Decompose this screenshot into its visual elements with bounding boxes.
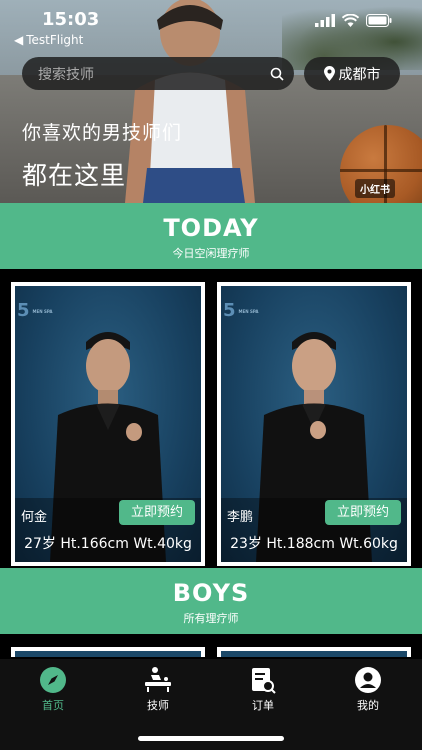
compass-icon [40,667,66,693]
section-subtitle: 所有理疗师 [183,612,239,625]
therapist-photo: 5 MEN SPA 何金 立即预约 27岁 Ht.166cm Wt.40kg [15,286,201,562]
wifi-icon [342,14,359,27]
therapist-stats: 23岁 Ht.188cm Wt.60kg [230,536,398,552]
tab-label: 订单 [252,699,274,712]
today-therapist-list: 5 MEN SPA 何金 立即预约 27岁 Ht.166cm Wt.40kg 5M… [0,269,422,568]
therapist-card[interactable]: 5 MEN SPA 何金 立即预约 27岁 Ht.166cm Wt.40kg [11,282,205,566]
massage-icon [145,667,171,692]
section-boys-header: BOYS 所有理疗师 [0,568,422,634]
book-now-button[interactable]: 立即预约 [119,500,195,525]
tab-label: 技师 [147,699,169,712]
hero-headline: 都在这里 [22,161,127,190]
location-pin-icon [323,66,335,81]
therapist-card[interactable]: 5 MEN SPA 李鹏 立即预约 23岁 Ht.188cm Wt.60kg [217,282,411,566]
brand-logo: 5 MEN SPA [17,300,53,321]
tab-orders[interactable]: 订单 [233,665,293,713]
order-icon [252,668,276,694]
back-arrow-icon: ◀ [14,33,24,47]
search-icon[interactable] [260,57,294,90]
back-to-app-link[interactable]: ◀ TestFlight [14,33,83,47]
book-now-button[interactable]: 立即预约 [325,500,401,525]
therapist-info: 李鹏 立即预约 23岁 Ht.188cm Wt.60kg [221,498,407,562]
therapist-info: 何金 立即预约 27岁 Ht.166cm Wt.40kg [15,498,201,562]
hero-tagline: 你喜欢的男技师们 [22,122,183,144]
therapist-card-partial[interactable] [11,647,205,657]
status-bar: 15:03 ◀ TestFlight [0,0,422,50]
back-app-label: TestFlight [26,33,84,47]
city-selector[interactable]: 成都市 [304,57,400,90]
therapist-name: 何金 [21,510,48,525]
tab-label: 我的 [357,699,379,712]
section-today-header: TODAY 今日空闲理疗师 [0,203,422,269]
section-title: BOYS [172,579,250,607]
tab-profile[interactable]: 我的 [338,665,398,713]
xiaohongshu-watermark: 小红书 [355,179,395,198]
therapist-card-partial[interactable] [217,647,411,657]
search-box[interactable]: 搜索技师 [22,57,294,90]
section-title: TODAY [163,214,259,242]
tab-home[interactable]: 首页 [23,665,83,713]
home-indicator[interactable] [138,736,284,741]
status-time: 15:03 [42,9,100,30]
all-therapist-list [0,634,422,657]
hero-banner: 15:03 ◀ TestFlight 搜索技师 成都市 你喜欢的男技师们 都在这… [0,0,422,203]
therapist-stats: 27岁 Ht.166cm Wt.40kg [24,536,192,552]
brand-logo: 5 MEN SPA [223,300,259,321]
therapist-photo: 5 MEN SPA 李鹏 立即预约 23岁 Ht.188cm Wt.60kg [221,286,407,562]
signal-icon [315,14,335,27]
search-input[interactable]: 搜索技师 [38,64,260,84]
user-icon [355,667,381,693]
battery-icon [366,14,392,27]
status-icons [315,14,392,27]
tab-therapists[interactable]: 技师 [128,665,188,713]
section-subtitle: 今日空闲理疗师 [172,247,250,260]
city-label: 成都市 [338,66,381,83]
tab-label: 首页 [42,699,64,712]
therapist-name: 李鹏 [227,510,254,525]
